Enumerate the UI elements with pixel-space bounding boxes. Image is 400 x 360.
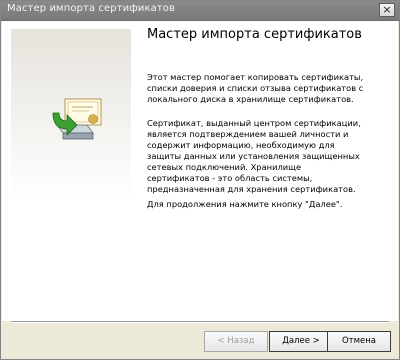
wizard-intro-text: Этот мастер помогает копировать сертифик… [147,72,364,104]
close-button[interactable]: × [379,3,395,17]
title-bar[interactable]: Мастер импорта сертификатов × [1,1,399,21]
wizard-heading: Мастер импорта сертификатов [147,27,362,42]
window-title: Мастер импорта сертификатов [7,3,176,14]
certificate-import-icon [52,98,102,140]
cancel-button[interactable]: Отмена [327,331,391,352]
wizard-side-banner [11,29,131,317]
certificate-import-wizard-window: Мастер импорта сертификатов × Мастер имп… [0,0,400,360]
next-button[interactable]: Далее > [269,331,333,352]
button-divider [11,321,389,323]
wizard-description-text: Сертификат, выданный центром сертификаци… [147,118,361,194]
back-button[interactable]: < Назад [204,331,268,352]
wizard-continue-hint: Для продолжения нажмите кнопку "Далее". [147,199,343,209]
